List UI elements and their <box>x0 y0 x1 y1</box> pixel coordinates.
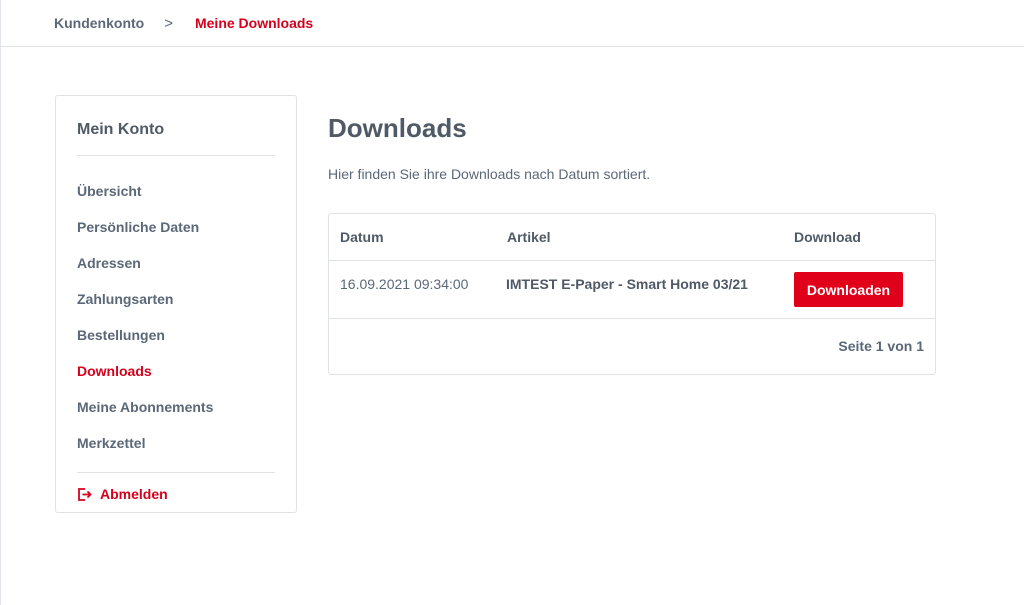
sidebar-title: Mein Konto <box>77 121 275 156</box>
sidebar-item-adressen[interactable]: Adressen <box>77 245 275 281</box>
table-header: Datum Artikel Download <box>329 214 935 261</box>
sidebar-item-persoenliche-daten[interactable]: Persönliche Daten <box>77 209 275 245</box>
logout-label: Abmelden <box>100 486 168 502</box>
sidebar-item-meine-abonnements[interactable]: Meine Abonnements <box>77 389 275 425</box>
intro-text: Hier finden Sie ihre Downloads nach Datu… <box>328 166 651 182</box>
pagination-info: Seite 1 von 1 <box>838 338 924 354</box>
logout-icon <box>78 487 92 501</box>
page: Kundenkonto > Meine Downloads Mein Konto… <box>0 0 1024 605</box>
breadcrumb: Kundenkonto > Meine Downloads <box>1 0 1024 47</box>
row-article: IMTEST E-Paper - Smart Home 03/21 <box>506 276 748 292</box>
page-title: Downloads <box>328 113 467 143</box>
table-row: 16.09.2021 09:34:00 IMTEST E-Paper - Sma… <box>329 261 935 319</box>
breadcrumb-kundenkonto[interactable]: Kundenkonto <box>54 15 144 31</box>
sidebar-item-bestellungen[interactable]: Bestellungen <box>77 317 275 353</box>
account-nav: Übersicht Persönliche Daten Adressen Zah… <box>77 173 275 461</box>
sidebar-item-uebersicht[interactable]: Übersicht <box>77 173 275 209</box>
main-content: Downloads Hier finden Sie ihre Downloads… <box>328 113 936 375</box>
account-sidebar: Mein Konto Übersicht Persönliche Daten A… <box>55 95 297 513</box>
sidebar-item-merkzettel[interactable]: Merkzettel <box>77 425 275 461</box>
breadcrumb-separator-icon: > <box>164 14 173 32</box>
row-date: 16.09.2021 09:34:00 <box>340 276 469 292</box>
column-header-artikel: Artikel <box>507 229 551 245</box>
download-button[interactable]: Downloaden <box>794 272 903 307</box>
logout-link[interactable]: Abmelden <box>77 486 275 502</box>
column-header-download: Download <box>794 229 861 245</box>
sidebar-divider <box>77 472 275 473</box>
downloads-table: Datum Artikel Download 16.09.2021 09:34:… <box>328 213 936 375</box>
sidebar-item-downloads[interactable]: Downloads <box>77 353 275 389</box>
column-header-datum: Datum <box>340 229 384 245</box>
sidebar-item-zahlungsarten[interactable]: Zahlungsarten <box>77 281 275 317</box>
breadcrumb-meine-downloads[interactable]: Meine Downloads <box>195 15 313 31</box>
